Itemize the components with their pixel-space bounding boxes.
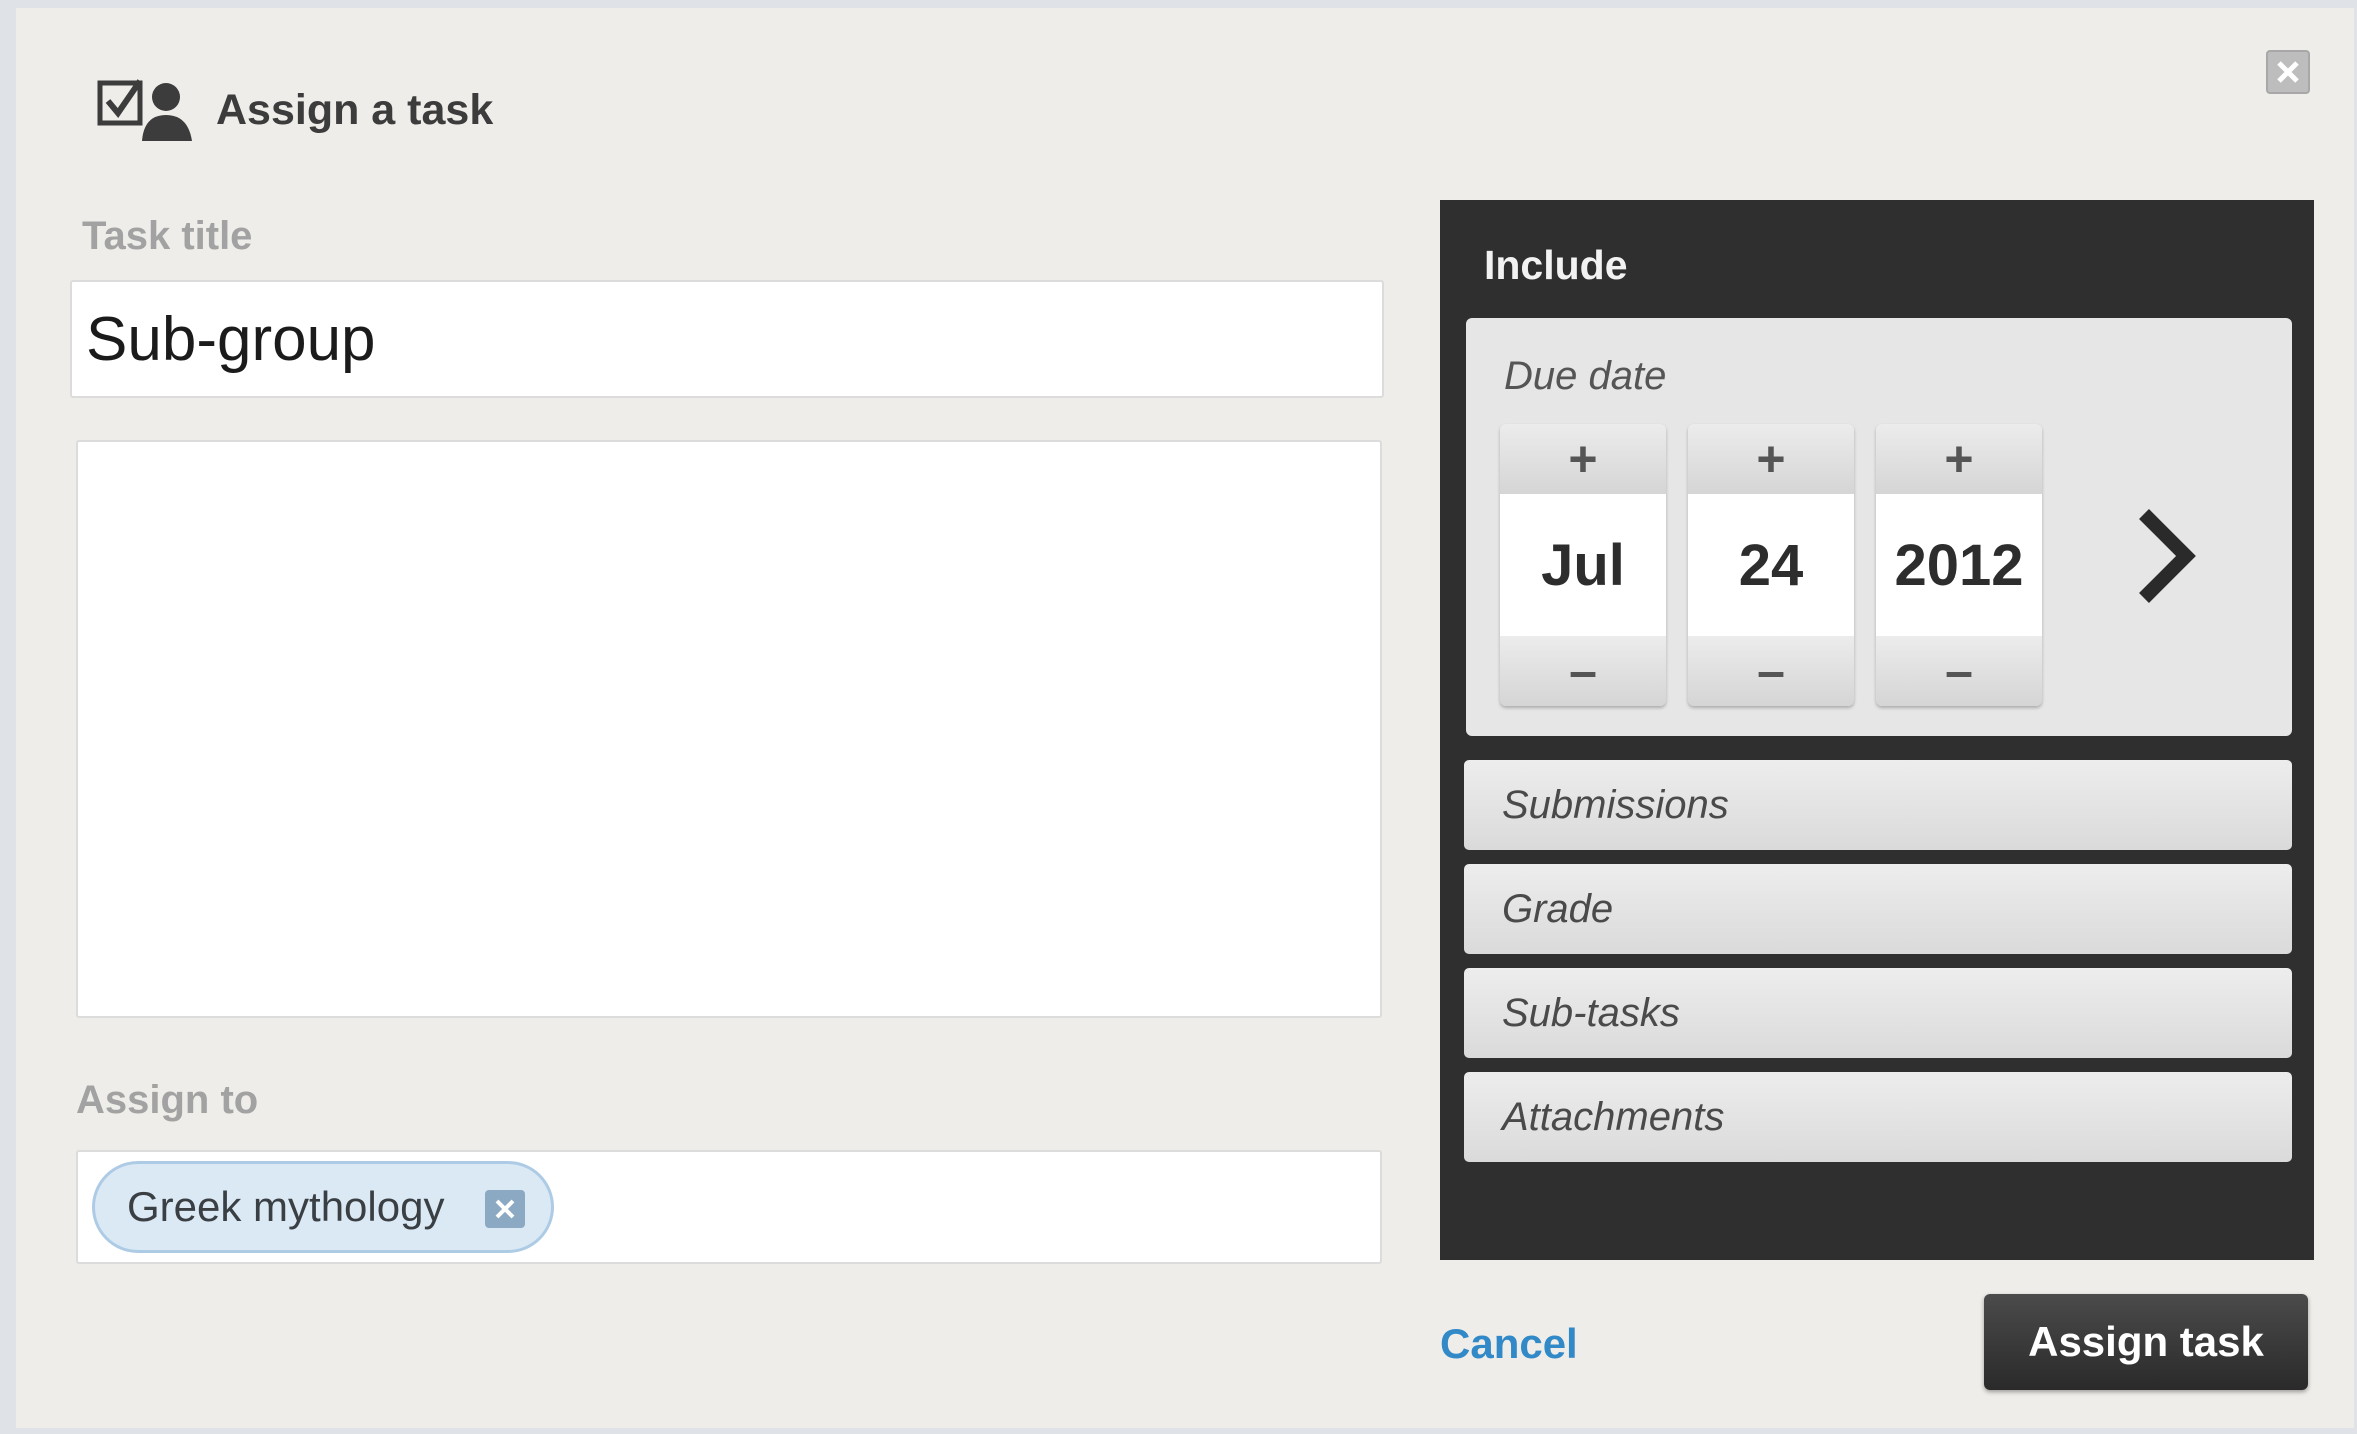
dialog-header: Assign a task xyxy=(96,70,493,150)
dialog-title: Assign a task xyxy=(216,85,494,134)
close-icon xyxy=(2277,61,2299,83)
due-date-section: Due date + Jul – + 24 – + 2012 – xyxy=(1466,318,2292,736)
assign-to-input[interactable]: Greek mythology xyxy=(76,1150,1382,1264)
month-decrement-button[interactable]: – xyxy=(1500,636,1666,706)
assignee-tag: Greek mythology xyxy=(92,1161,554,1253)
assign-task-dialog: Assign a task Task title Sub-group Assig… xyxy=(16,8,2354,1428)
option-sub-tasks[interactable]: Sub-tasks xyxy=(1464,968,2292,1058)
option-submissions[interactable]: Submissions xyxy=(1464,760,2292,850)
year-decrement-button[interactable]: – xyxy=(1876,636,2042,706)
year-increment-button[interactable]: + xyxy=(1876,424,2042,494)
day-increment-button[interactable]: + xyxy=(1688,424,1854,494)
task-title-input[interactable]: Sub-group xyxy=(70,280,1384,398)
task-description-textarea[interactable] xyxy=(76,440,1382,1018)
include-panel: Include Due date + Jul – + 24 – + 2012 – xyxy=(1440,200,2314,1260)
assign-task-button[interactable]: Assign task xyxy=(1984,1294,2308,1390)
task-title-label: Task title xyxy=(82,214,253,258)
month-value: Jul xyxy=(1500,494,1666,636)
task-title-value: Sub-group xyxy=(86,304,376,374)
month-stepper: + Jul – xyxy=(1500,424,1666,706)
day-stepper: + 24 – xyxy=(1688,424,1854,706)
remove-tag-icon xyxy=(495,1199,515,1219)
year-value: 2012 xyxy=(1876,494,2042,636)
close-button[interactable] xyxy=(2266,50,2310,94)
year-stepper: + 2012 – xyxy=(1876,424,2042,706)
option-attachments[interactable]: Attachments xyxy=(1464,1072,2292,1162)
assign-to-label: Assign to xyxy=(76,1078,259,1122)
include-title: Include xyxy=(1484,242,1628,288)
month-increment-button[interactable]: + xyxy=(1500,424,1666,494)
option-grade[interactable]: Grade xyxy=(1464,864,2292,954)
chevron-right-icon[interactable] xyxy=(2130,506,2200,606)
assignee-tag-label: Greek mythology xyxy=(127,1183,445,1230)
day-value: 24 xyxy=(1688,494,1854,636)
day-decrement-button[interactable]: – xyxy=(1688,636,1854,706)
cancel-button[interactable]: Cancel xyxy=(1440,1320,1578,1368)
due-date-label: Due date xyxy=(1504,354,1667,398)
remove-tag-button[interactable] xyxy=(485,1190,525,1228)
checkbox-person-icon xyxy=(97,79,192,141)
